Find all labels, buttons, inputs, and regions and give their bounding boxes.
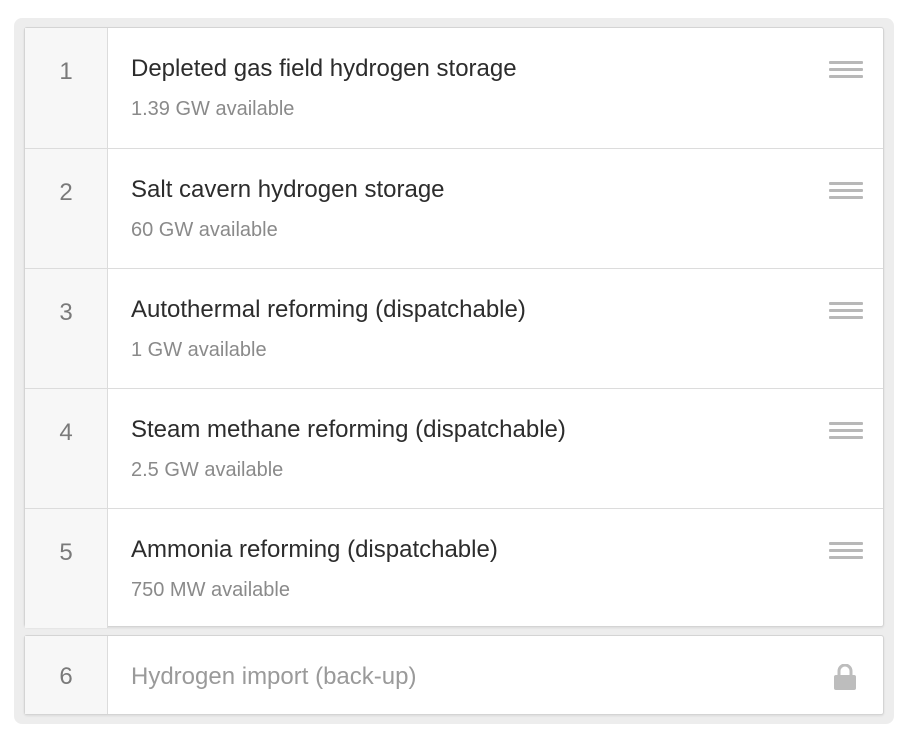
rank-number: 2	[25, 149, 108, 268]
rank-number: 6	[25, 636, 108, 714]
list-item[interactable]: 5 Ammonia reforming (dispatchable) 750 M…	[25, 508, 883, 628]
drag-handle-icon[interactable]	[829, 182, 863, 206]
item-capacity: 60 GW available	[131, 219, 278, 241]
item-title: Hydrogen import (back-up)	[131, 663, 417, 690]
list-item[interactable]: 4 Steam methane reforming (dispatchable)…	[25, 388, 883, 508]
item-title: Steam methane reforming (dispatchable)	[131, 416, 566, 443]
list-item[interactable]: 1 Depleted gas field hydrogen storage 1.…	[25, 28, 883, 148]
item-title: Depleted gas field hydrogen storage	[131, 55, 517, 82]
item-title: Ammonia reforming (dispatchable)	[131, 536, 498, 563]
item-capacity: 750 MW available	[131, 579, 290, 601]
list-item[interactable]: 3 Autothermal reforming (dispatchable) 1…	[25, 268, 883, 388]
drag-handle-icon[interactable]	[829, 542, 863, 566]
rank-number: 5	[25, 509, 108, 628]
list-item[interactable]: 2 Salt cavern hydrogen storage 60 GW ava…	[25, 148, 883, 268]
rank-number: 4	[25, 389, 108, 508]
lock-icon	[833, 663, 857, 690]
item-title: Autothermal reforming (dispatchable)	[131, 296, 526, 323]
rank-number: 3	[25, 269, 108, 388]
item-capacity: 2.5 GW available	[131, 459, 284, 481]
drag-handle-icon[interactable]	[829, 422, 863, 446]
item-title: Salt cavern hydrogen storage	[131, 176, 445, 203]
drag-handle-icon[interactable]	[829, 61, 863, 85]
rank-number: 1	[25, 28, 108, 148]
item-capacity: 1 GW available	[131, 339, 267, 361]
item-capacity: 1.39 GW available	[131, 98, 295, 120]
sortable-list: 1 Depleted gas field hydrogen storage 1.…	[24, 27, 884, 628]
drag-handle-icon[interactable]	[829, 302, 863, 326]
locked-list-item: 6 Hydrogen import (back-up)	[24, 635, 884, 715]
